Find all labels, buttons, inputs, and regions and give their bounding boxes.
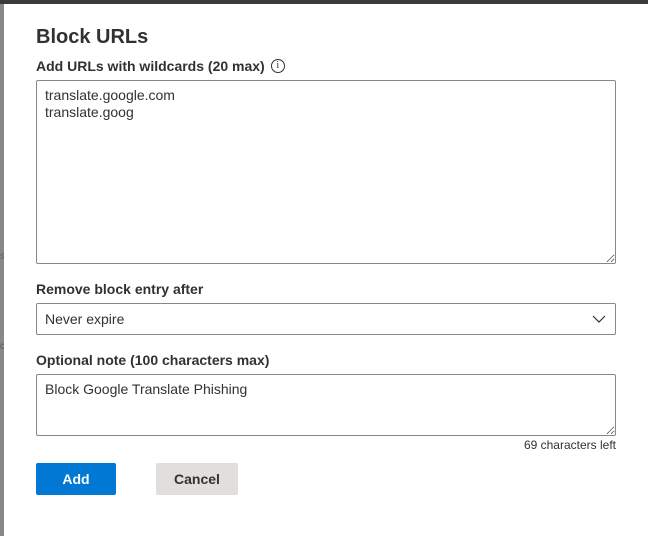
expiry-dropdown[interactable]: Never expire: [36, 303, 616, 335]
chevron-down-icon: [591, 311, 607, 327]
urls-label: Add URLs with wildcards (20 max) i: [36, 58, 285, 74]
note-textarea[interactable]: [36, 374, 616, 436]
panel-title: Block URLs: [36, 26, 149, 48]
expiry-label-text: Remove block entry after: [36, 281, 204, 297]
add-button[interactable]: Add: [36, 463, 116, 495]
info-icon[interactable]: i: [270, 59, 285, 73]
block-urls-panel: Block URLs Add URLs with wildcards (20 m…: [4, 4, 648, 536]
expiry-label: Remove block entry after: [36, 281, 203, 297]
urls-textarea[interactable]: [36, 80, 616, 264]
urls-label-text: Add URLs with wildcards (20 max): [36, 58, 265, 74]
cancel-button[interactable]: Cancel: [156, 463, 238, 495]
note-label: Optional note (100 characters max): [36, 352, 269, 368]
chars-left-counter: 69 characters left: [523, 438, 616, 452]
note-label-text: Optional note (100 characters max): [36, 352, 270, 368]
expiry-selected-value: Never expire: [45, 311, 125, 327]
